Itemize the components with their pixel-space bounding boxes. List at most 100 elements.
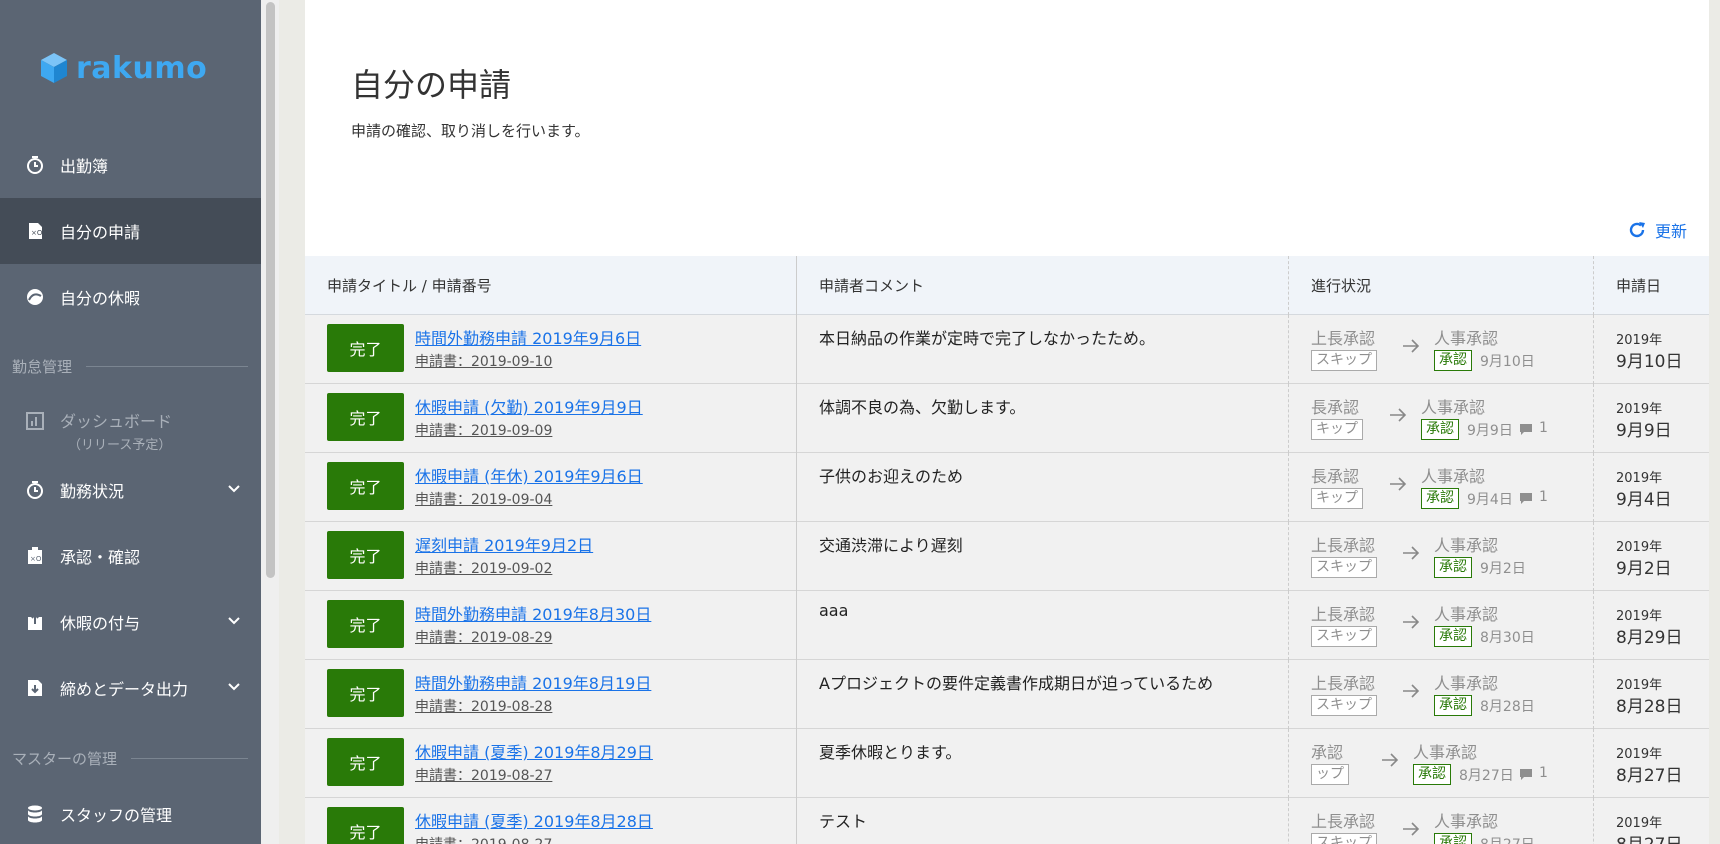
date-cell: 2019年 9月9日 xyxy=(1594,384,1709,453)
progress-cell: 長承認 キップ 人事承認 承認 9月4日 1 xyxy=(1289,453,1594,522)
request-number-link[interactable]: 申請書：2019-08-27 xyxy=(415,765,552,785)
skip-tag: スキップ xyxy=(1311,833,1377,844)
column-header-title[interactable]: 申請タイトル / 申請番号 xyxy=(305,256,797,315)
approved-tag: 承認 xyxy=(1434,350,1472,371)
request-year: 2019年 xyxy=(1616,471,1663,486)
sidebar-item-label: 承認・確認 xyxy=(60,548,141,567)
table-row[interactable]: 完了 休暇申請 (欠勤) 2019年9月9日 申請書：2019-09-09 体調… xyxy=(305,384,1709,453)
title-cell: 完了 休暇申請 (欠勤) 2019年9月9日 申請書：2019-09-09 xyxy=(305,384,797,453)
request-title-link[interactable]: 休暇申請 (夏季) 2019年8月29日 xyxy=(415,739,653,763)
status-badge: 完了 xyxy=(327,807,404,844)
title-cell: 完了 休暇申請 (夏季) 2019年8月28日 申請書：2019-08-27 xyxy=(305,798,797,844)
main-content: 自分の申請 申請の確認、取り消しを行います。 更新 申請タイトル / 申請番号 … xyxy=(305,0,1709,844)
table-row[interactable]: 完了 休暇申請 (夏季) 2019年8月28日 申請書：2019-08-27 テ… xyxy=(305,798,1709,844)
arrow-right-icon xyxy=(1403,546,1420,560)
sidebar-item-dashboard: ダッシュボード （リリース予定） xyxy=(0,400,261,460)
progress-cell: 上長承認 スキップ 人事承認 承認 9月10日 xyxy=(1289,315,1594,384)
sidebar-item-attendance[interactable]: 出勤簿 xyxy=(0,132,261,198)
refresh-label: 更新 xyxy=(1654,222,1687,241)
sidebar-item-my-requests[interactable]: ×O 自分の申請 xyxy=(0,198,261,264)
arrow-right-icon xyxy=(1382,753,1399,767)
sidebar-scrollbar-thumb[interactable] xyxy=(266,2,275,578)
table-row[interactable]: 完了 時間外勤務申請 2019年8月30日 申請書：2019-08-29 aaa… xyxy=(305,591,1709,660)
request-date: 8月27日 xyxy=(1616,830,1682,844)
refresh-button[interactable]: 更新 xyxy=(1627,218,1687,242)
sidebar-item-sublabel: （リリース予定） xyxy=(68,437,172,453)
approved-date: 9月10日 xyxy=(1480,354,1535,370)
logo-text: rakumo xyxy=(76,50,208,86)
request-title-link[interactable]: 遅刻申請 2019年9月2日 xyxy=(415,532,593,556)
stage-supervisor-label: 上長承認 xyxy=(1311,812,1376,831)
approved-date: 8月28日 xyxy=(1480,699,1535,715)
date-cell: 2019年 8月28日 xyxy=(1594,660,1709,729)
sidebar-item-staff-mgmt[interactable]: スタッフの管理 xyxy=(0,781,261,844)
stage-supervisor-label: 上長承認 xyxy=(1311,674,1376,693)
request-title-link[interactable]: 時間外勤務申請 2019年8月19日 xyxy=(415,670,651,694)
arrow-right-icon xyxy=(1403,615,1420,629)
request-number-link[interactable]: 申請書：2019-08-29 xyxy=(415,627,552,647)
title-cell: 完了 時間外勤務申請 2019年9月6日 申請書：2019-09-10 xyxy=(305,315,797,384)
request-date: 8月29日 xyxy=(1616,628,1683,648)
stage-supervisor-label: 上長承認 xyxy=(1311,536,1376,555)
sidebar-item-label: 自分の申請 xyxy=(60,223,141,242)
sidebar-item-approval[interactable]: ×O 承認・確認 xyxy=(0,523,261,589)
request-year: 2019年 xyxy=(1616,402,1663,417)
request-doc-icon: ×O xyxy=(29,223,43,239)
dashboard-icon xyxy=(26,412,44,430)
request-title-link[interactable]: 時間外勤務申請 2019年8月30日 xyxy=(415,601,651,625)
table-row[interactable]: 完了 休暇申請 (年休) 2019年9月6日 申請書：2019-09-04 子供… xyxy=(305,453,1709,522)
table-row[interactable]: 完了 時間外勤務申請 2019年8月19日 申請書：2019-08-28 Aプロ… xyxy=(305,660,1709,729)
arrow-right-icon xyxy=(1403,684,1420,698)
arrow-right-icon xyxy=(1390,477,1407,491)
skip-tag: ップ xyxy=(1311,764,1349,785)
request-number-link[interactable]: 申請書：2019-09-04 xyxy=(415,489,552,509)
sidebar-item-my-leave[interactable]: 自分の休暇 xyxy=(0,264,261,330)
stage-hr-label: 人事承認 xyxy=(1413,743,1478,762)
app-logo[interactable]: rakumo xyxy=(40,50,207,86)
table-header: 申請タイトル / 申請番号 申請者コメント 進行状況 申請日 xyxy=(305,256,1709,315)
stage-hr-label: 人事承認 xyxy=(1421,467,1486,486)
applicant-comment: テスト xyxy=(819,812,868,831)
approved-date: 8月30日 xyxy=(1480,630,1535,646)
request-title-link[interactable]: 休暇申請 (年休) 2019年9月6日 xyxy=(415,463,643,487)
skip-tag: スキップ xyxy=(1311,695,1377,716)
table-row[interactable]: 完了 時間外勤務申請 2019年9月6日 申請書：2019-09-10 本日納品… xyxy=(305,315,1709,384)
approved-date: 9月4日 xyxy=(1467,492,1513,508)
request-number-link[interactable]: 申請書：2019-09-02 xyxy=(415,558,552,578)
request-title-link[interactable]: 休暇申請 (夏季) 2019年8月28日 xyxy=(415,808,653,832)
sidebar: rakumo 出勤簿 ×O 自分の申請 自分の休暇 勤怠管理 ダッシュボード （… xyxy=(0,0,261,844)
request-date: 8月28日 xyxy=(1616,697,1683,717)
approved-tag: 承認 xyxy=(1421,488,1459,509)
column-header-progress[interactable]: 進行状況 xyxy=(1289,256,1594,315)
section-label-attendance-mgmt: 勤怠管理 xyxy=(12,356,248,377)
applicant-comment: 夏季休暇とります。 xyxy=(819,743,962,762)
request-title-link[interactable]: 休暇申請 (欠勤) 2019年9月9日 xyxy=(415,394,643,418)
status-badge: 完了 xyxy=(327,600,404,648)
sidebar-item-closing-export[interactable]: 締めとデータ出力 xyxy=(0,655,261,721)
request-number-link[interactable]: 申請書：2019-08-27 xyxy=(415,834,552,844)
progress-cell: 承認 ップ 人事承認 承認 8月27日 1 xyxy=(1289,729,1594,798)
date-cell: 2019年 9月4日 xyxy=(1594,453,1709,522)
approved-date: 8月27日 xyxy=(1480,834,1535,844)
column-header-date[interactable]: 申請日 xyxy=(1594,256,1709,315)
request-title-link[interactable]: 時間外勤務申請 2019年9月6日 xyxy=(415,325,641,349)
request-number-link[interactable]: 申請書：2019-09-09 xyxy=(415,420,552,440)
column-header-comment[interactable]: 申請者コメント xyxy=(797,256,1289,315)
stage-hr-label: 人事承認 xyxy=(1434,812,1499,831)
sidebar-item-leave-grant[interactable]: 休暇の付与 xyxy=(0,589,261,655)
comment-cell: 本日納品の作業が定時で完了しなかったため。 xyxy=(797,315,1289,384)
sidebar-item-work-status[interactable]: 勤務状況 xyxy=(0,457,261,523)
approved-tag: 承認 xyxy=(1434,557,1472,578)
request-date: 9月4日 xyxy=(1616,490,1672,510)
table-row[interactable]: 完了 遅刻申請 2019年9月2日 申請書：2019-09-02 交通渋滞により… xyxy=(305,522,1709,591)
comment-count: 1 xyxy=(1539,420,1548,436)
comment-cell: 交通渋滞により遅刻 xyxy=(797,522,1289,591)
request-number-link[interactable]: 申請書：2019-09-10 xyxy=(415,351,552,371)
table-row[interactable]: 完了 休暇申請 (夏季) 2019年8月29日 申請書：2019-08-27 夏… xyxy=(305,729,1709,798)
applicant-comment: 本日納品の作業が定時で完了しなかったため。 xyxy=(819,329,1156,348)
request-number-link[interactable]: 申請書：2019-08-28 xyxy=(415,696,552,716)
logo-cube-icon xyxy=(41,53,67,83)
approved-tag: 承認 xyxy=(1434,833,1472,844)
stage-hr-label: 人事承認 xyxy=(1434,329,1499,348)
approved-tag: 承認 xyxy=(1434,695,1472,716)
